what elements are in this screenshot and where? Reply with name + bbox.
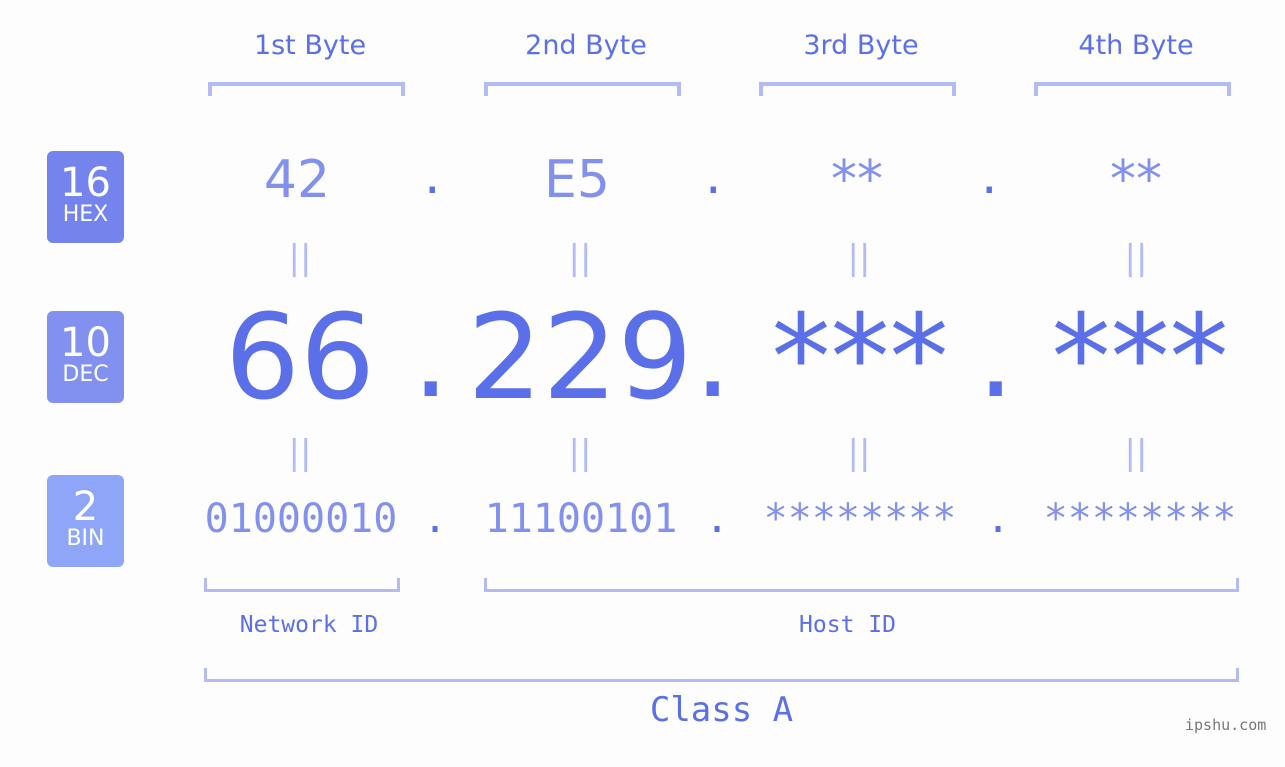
equals-icon: || [847,433,871,473]
dec-badge-number: 10 [60,320,111,366]
hex-separator: . [705,146,722,206]
equals-icon: || [288,238,312,278]
bin-value-4: ******** [1043,496,1237,542]
byte-header-2: 2nd Byte [525,30,647,61]
host-id-label: Host ID [799,612,896,638]
watermark: ipshu.com [1185,716,1267,734]
hex-badge-number: 16 [60,160,111,206]
byte-bracket-3 [759,82,956,96]
dec-separator: . [694,286,732,424]
dec-badge: 10 DEC [47,311,124,403]
host-id-bracket [484,578,1239,592]
equals-icon: || [568,238,592,278]
dec-value-1: 66 [224,288,376,426]
bin-badge-label: BIN [66,526,105,551]
network-id-bracket [204,578,400,592]
bin-separator: . [423,496,448,542]
hex-badge: 16 HEX [47,151,124,243]
byte-header-1: 1st Byte [253,30,367,61]
dec-value-3: *** [771,288,949,426]
hex-separator: . [981,146,998,206]
class-label: Class A [649,690,794,730]
hex-value-4: ** [1110,150,1162,210]
dec-value-4: *** [1051,288,1229,426]
equals-icon: || [847,238,871,278]
bin-separator: . [986,496,1011,542]
equals-icon: || [1124,238,1148,278]
network-id-label: Network ID [239,612,379,638]
hex-value-3: ** [831,150,883,210]
bin-separator: . [705,496,730,542]
hex-separator: . [424,146,441,206]
bin-badge: 2 BIN [47,475,124,567]
dec-value-2: 229 [467,288,693,426]
hex-value-1: 42 [263,150,331,210]
dec-separator: . [977,286,1015,424]
bin-badge-number: 2 [72,484,99,530]
equals-icon: || [568,433,592,473]
hex-badge-label: HEX [62,202,109,227]
bin-value-3: ******** [763,496,957,542]
byte-header-3: 3rd Byte [803,30,919,61]
class-bracket [204,668,1239,682]
byte-bracket-2 [484,82,681,96]
hex-value-2: E5 [544,150,610,210]
bin-value-2: 11100101 [484,496,678,542]
equals-icon: || [288,433,312,473]
byte-header-4: 4th Byte [1078,30,1194,61]
dec-separator: . [412,286,450,424]
byte-bracket-4 [1034,82,1231,96]
bin-value-1: 01000010 [204,496,398,542]
equals-icon: || [1124,433,1148,473]
byte-bracket-1 [208,82,405,96]
dec-badge-label: DEC [62,362,109,387]
